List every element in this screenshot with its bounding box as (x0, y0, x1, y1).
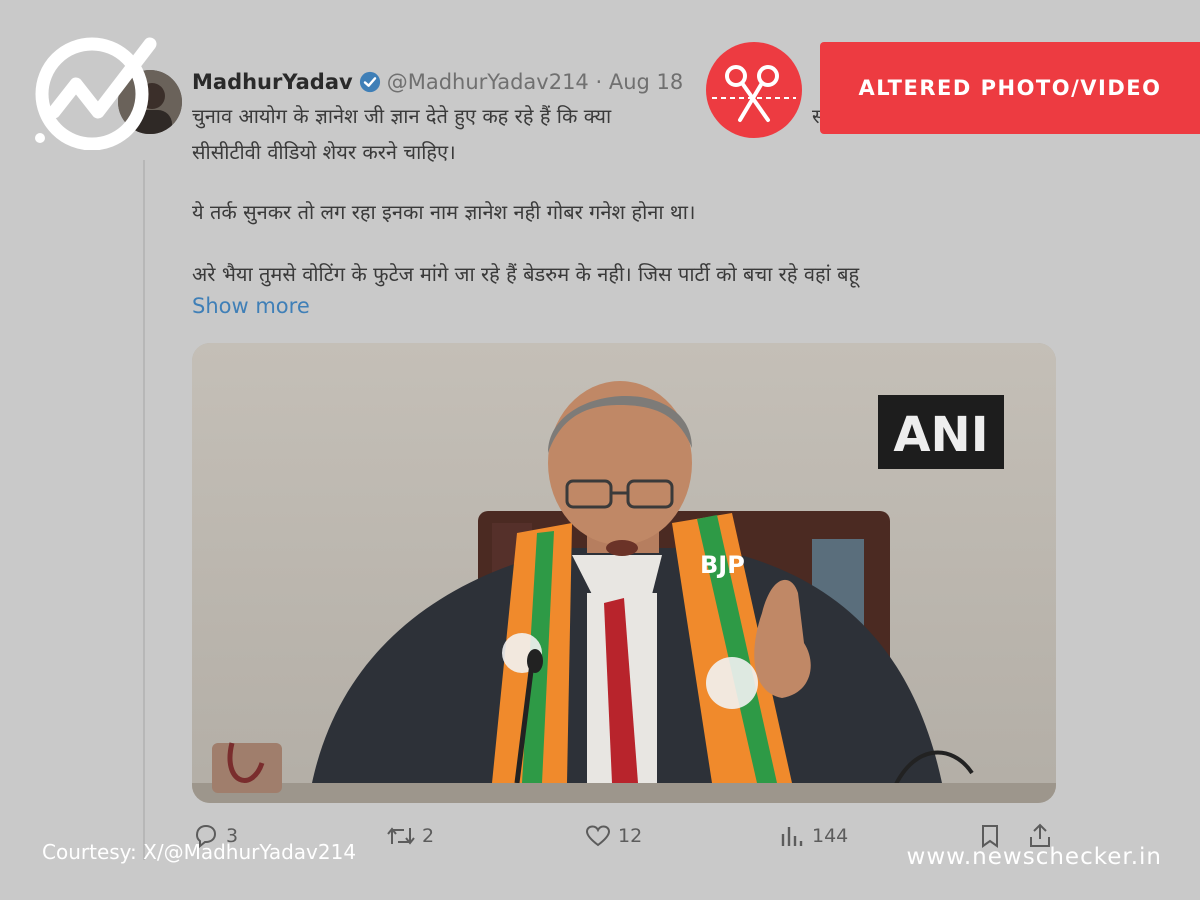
tweet-line-4: अरे भैया तुमसे वोटिंग के फुटेज मांगे जा … (192, 262, 860, 286)
heart-icon (585, 825, 611, 847)
courtesy-credit: Courtesy: X/@MadhurYadav214 (42, 840, 357, 864)
views-button[interactable]: 144 (778, 822, 848, 850)
like-count: 12 (618, 825, 643, 847)
altered-photo-label: ALTERED PHOTO/VIDEO (820, 42, 1200, 134)
ani-watermark: ANI (893, 407, 988, 463)
tweet-line-1-text: चुनाव आयोग के ज्ञानेश जी ज्ञान देते हुए … (192, 104, 612, 128)
verified-badge-icon (359, 71, 380, 93)
tweet-line-2: सीसीटीवी वीडियो शेयर करने चाहिए। (192, 140, 456, 164)
author-handle[interactable]: @MadhurYadav214 (387, 70, 589, 94)
retweet-icon (387, 827, 415, 845)
show-more-link[interactable]: Show more (192, 294, 310, 318)
tweet-line-3: ये तर्क सुनकर तो लग रहा इनका नाम ज्ञानेश… (192, 200, 696, 224)
views-count: 144 (812, 825, 849, 847)
newschecker-logo (32, 32, 164, 151)
tweet-media-image[interactable]: BJP ANI (192, 343, 1056, 803)
retweet-button[interactable]: 2 (386, 822, 434, 850)
scissors-icon (712, 65, 796, 122)
retweet-count: 2 (422, 825, 435, 847)
altered-badge-circle (706, 42, 802, 138)
author-name[interactable]: MadhurYadav (192, 70, 353, 94)
site-url: www.newschecker.in (906, 844, 1162, 870)
thread-line (143, 160, 145, 860)
tweet-date[interactable]: Aug 18 (609, 70, 683, 94)
header-separator: · (595, 70, 603, 94)
scarf-text: BJP (700, 551, 745, 579)
like-button[interactable]: 12 (584, 822, 642, 850)
views-icon (781, 827, 803, 846)
tweet-header: MadhurYadav @MadhurYadav214 · Aug 18 (192, 70, 683, 94)
